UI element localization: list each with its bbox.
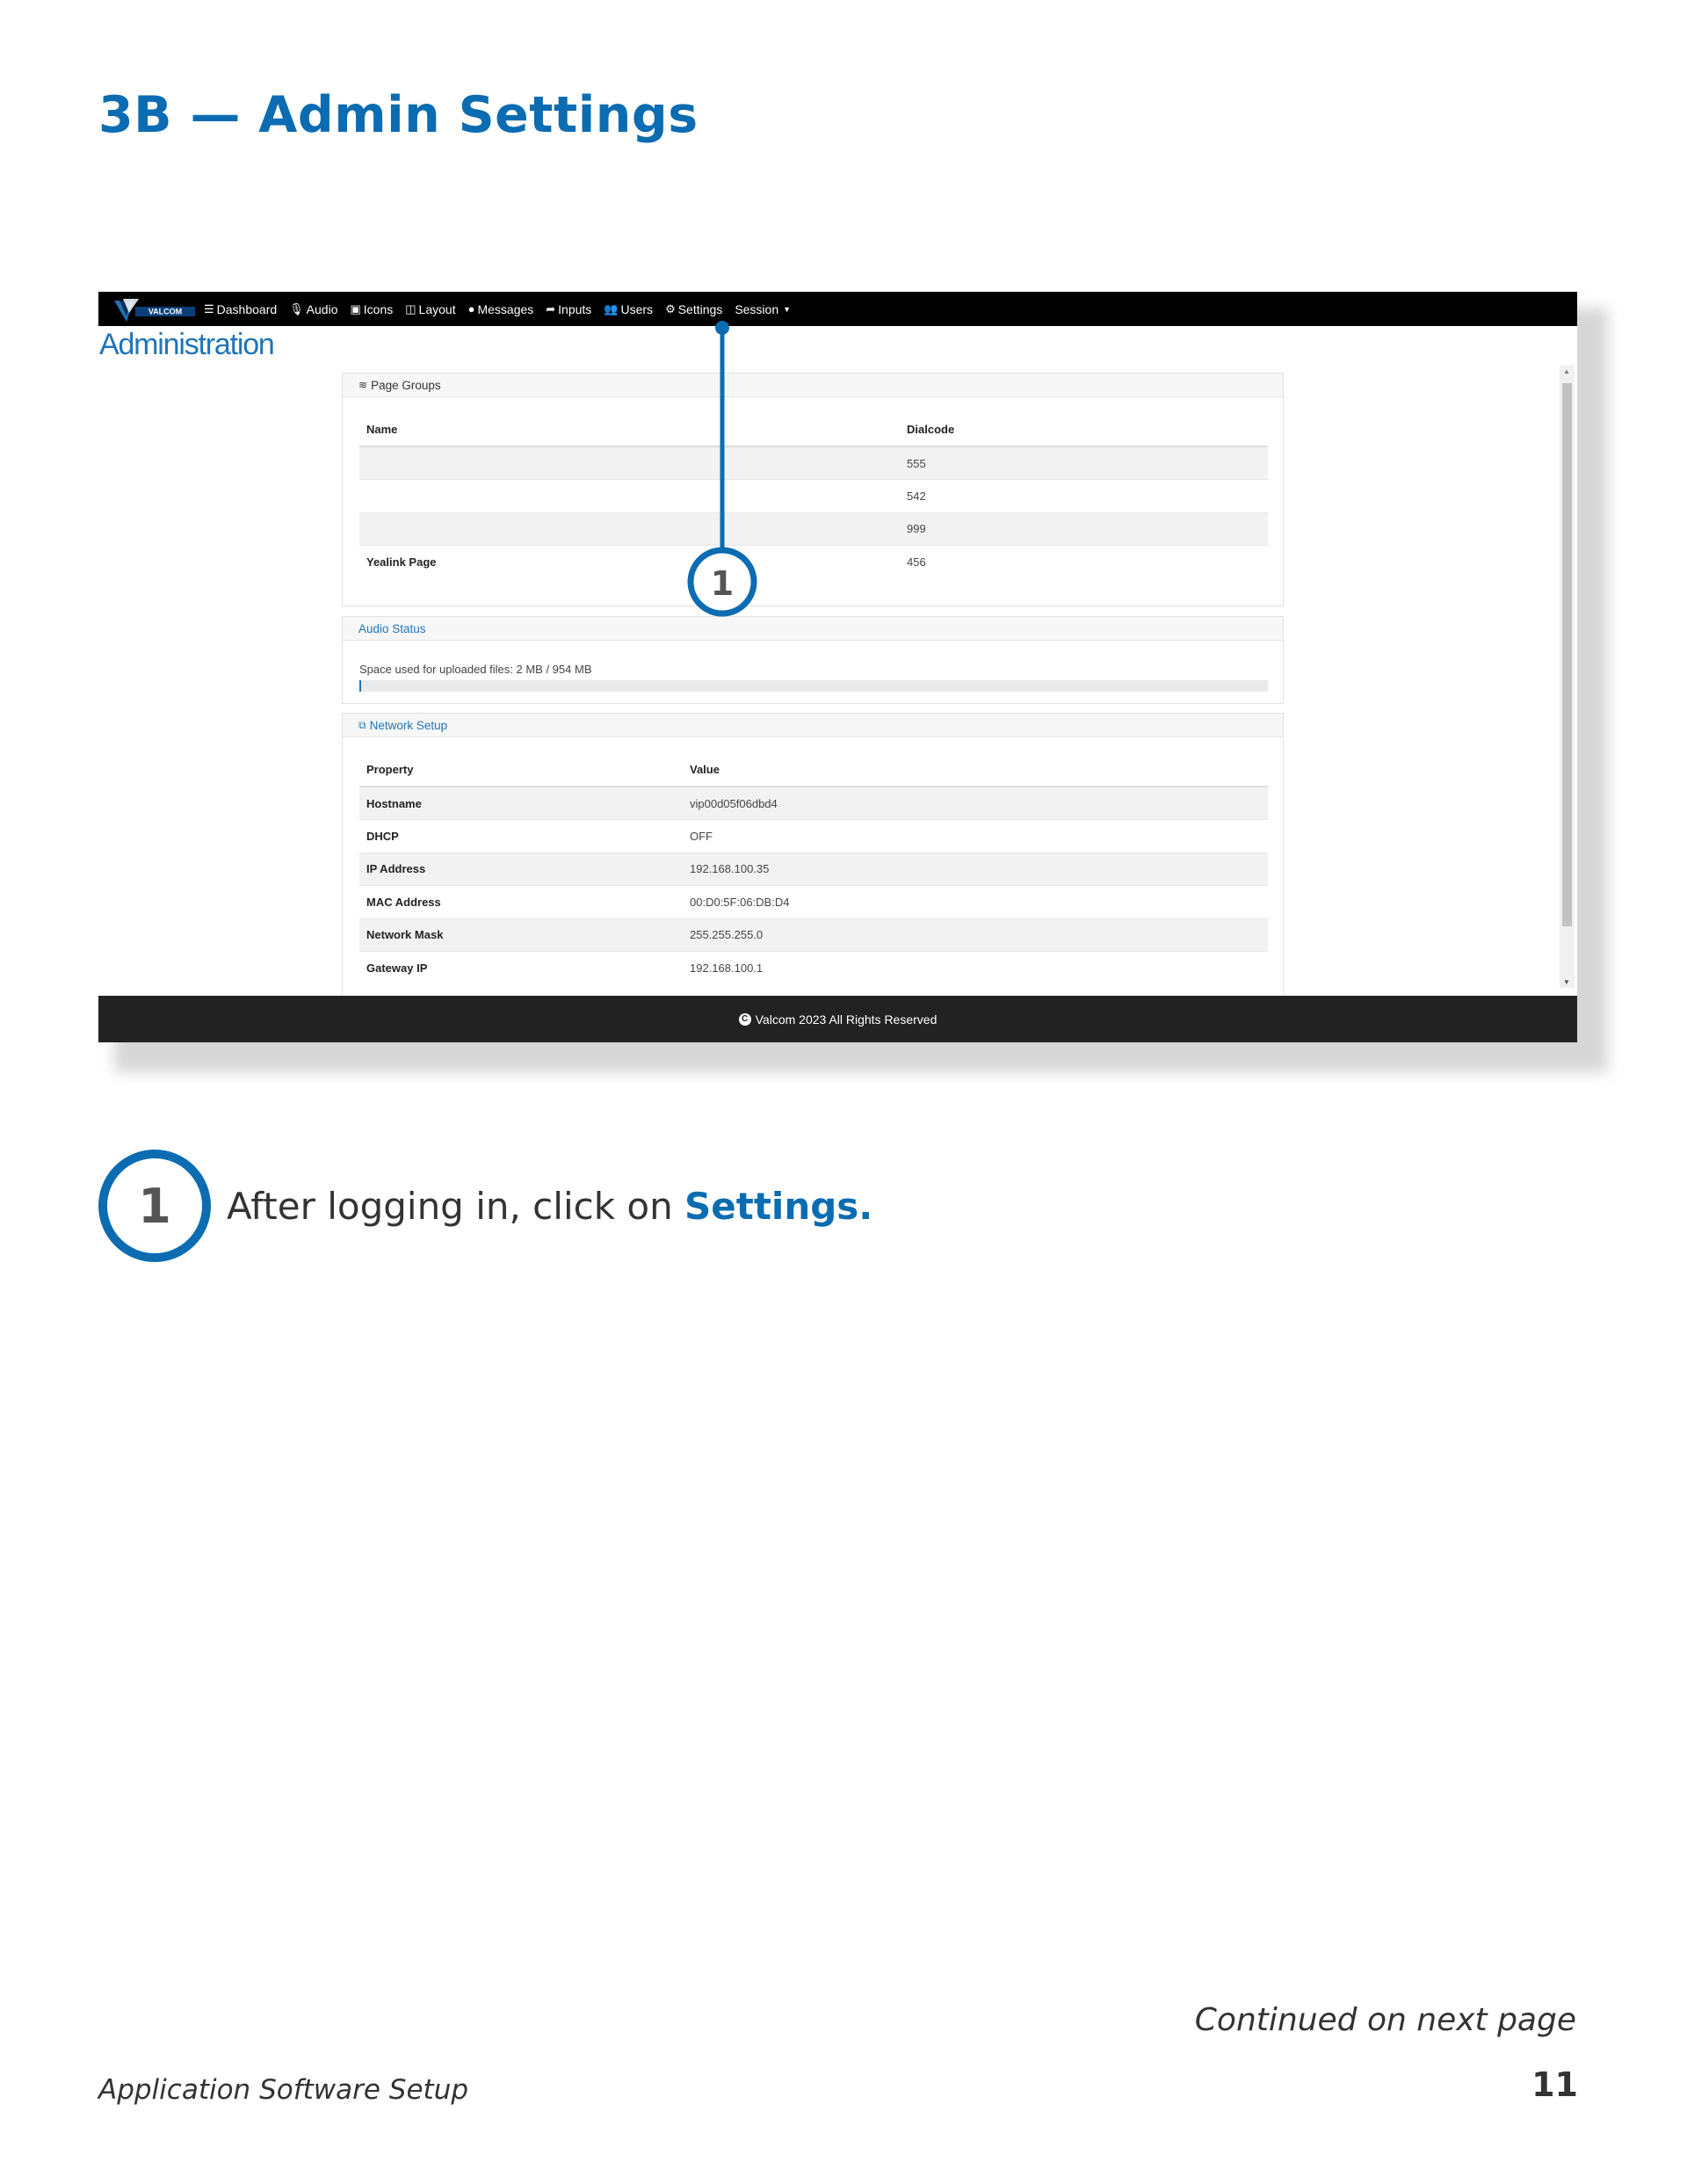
column-header-name: Name xyxy=(359,413,900,447)
nav-audio[interactable]: 🎙 Audio xyxy=(289,302,337,316)
column-header-property: Property xyxy=(359,753,683,787)
nav-layout[interactable]: ◫ Layout xyxy=(405,302,455,316)
nav-icons[interactable]: ▣ Icons xyxy=(350,302,393,316)
continued-note: Continued on next page xyxy=(1194,2002,1576,2038)
network-table: Property Value Hostname vip00d05f06dbd4 … xyxy=(359,753,1268,984)
storage-progress-bar xyxy=(359,680,1268,692)
audio-status-panel: Audio Status Space used for uploaded fil… xyxy=(342,616,1284,704)
nav-session[interactable]: Session ▼ xyxy=(735,302,791,316)
page-title: Administration xyxy=(99,328,275,361)
app-footer: C Valcom 2023 All Rights Reserved xyxy=(98,996,1577,1042)
brand-text: VALCOM xyxy=(148,308,182,316)
storage-progress-fill xyxy=(359,680,362,692)
gears-icon: ⚙ xyxy=(665,302,676,316)
image-icon: ▣ xyxy=(350,302,361,316)
nav-settings[interactable]: ⚙ Settings xyxy=(665,302,722,316)
copyright-icon: C xyxy=(738,1012,751,1026)
comment-icon: ● xyxy=(467,302,475,316)
column-header-value: Value xyxy=(683,753,1268,787)
table-row[interactable]: IP Address 192.168.100.35 xyxy=(359,852,1268,886)
caret-down-icon: ▼ xyxy=(783,304,792,314)
table-row[interactable]: Yealink Page 456 xyxy=(359,545,1268,578)
microphone-icon: 🎙 xyxy=(289,302,304,316)
table-row[interactable]: 999 xyxy=(359,512,1268,546)
page-number: 11 xyxy=(1531,2065,1578,2104)
scroll-down-arrow-icon[interactable]: ▼ xyxy=(1563,978,1570,986)
page-groups-panel: ≋ Page Groups Name Dialcode 555 542 999 xyxy=(342,373,1284,606)
scroll-thumb[interactable] xyxy=(1562,383,1572,926)
table-row[interactable]: 555 xyxy=(359,446,1268,480)
layers-icon: ≋ xyxy=(358,379,368,391)
bars-icon: ☰ xyxy=(204,302,214,316)
table-row[interactable]: 542 xyxy=(359,479,1268,512)
share-icon: ➦ xyxy=(546,302,556,316)
page-groups-header: ≋ Page Groups xyxy=(343,374,1283,397)
step-number-badge: 1 xyxy=(98,1150,211,1262)
table-row[interactable]: Gateway IP 192.168.100.1 xyxy=(359,951,1268,984)
screenshot-frame: VALCOM ☰ Dashboard 🎙 Audio ▣ Icons ◫ Layout … xyxy=(98,292,1577,1042)
top-navbar: VALCOM ☰ Dashboard 🎙 Audio ▣ Icons ◫ Layout … xyxy=(98,292,1577,326)
vertical-scrollbar[interactable]: ▲ ▼ xyxy=(1560,366,1575,988)
network-setup-panel: ⧉ Network Setup Property Value Hostname … xyxy=(342,713,1284,1012)
table-row[interactable]: Hostname vip00d05f06dbd4 xyxy=(359,786,1268,820)
column-header-dialcode: Dialcode xyxy=(900,413,1268,447)
space-used-text: Space used for uploaded files: 2 MB / 95… xyxy=(359,663,592,676)
valcom-logo[interactable]: VALCOM xyxy=(114,295,197,323)
network-setup-header: ⧉ Network Setup xyxy=(343,714,1283,737)
nav-users[interactable]: 👥 Users xyxy=(604,302,653,316)
page-groups-table: Name Dialcode 555 542 999 Yealink Page 4… xyxy=(359,413,1268,578)
users-icon: 👥 xyxy=(604,302,619,316)
table-row[interactable]: Network Mask 255.255.255.0 xyxy=(359,918,1268,952)
columns-icon: ◫ xyxy=(405,302,416,316)
nav-messages[interactable]: ● Messages xyxy=(468,302,534,316)
audio-status-header: Audio Status xyxy=(343,617,1283,641)
nav-inputs[interactable]: ➦ Inputs xyxy=(546,302,591,316)
doc-footer-section: Application Software Setup xyxy=(98,2074,469,2106)
sitemap-icon: ⧉ xyxy=(358,718,366,731)
step-highlight: Settings. xyxy=(684,1185,873,1228)
table-row[interactable]: MAC Address 00:D0:5F:06:DB:D4 xyxy=(359,885,1268,918)
table-row[interactable]: DHCP OFF xyxy=(359,819,1268,853)
scroll-up-arrow-icon[interactable]: ▲ xyxy=(1563,367,1570,375)
step-instruction: After logging in, click on Settings. xyxy=(227,1185,873,1228)
doc-title: 3B — Admin Settings xyxy=(98,86,699,144)
nav-dashboard[interactable]: ☰ Dashboard xyxy=(204,302,277,316)
